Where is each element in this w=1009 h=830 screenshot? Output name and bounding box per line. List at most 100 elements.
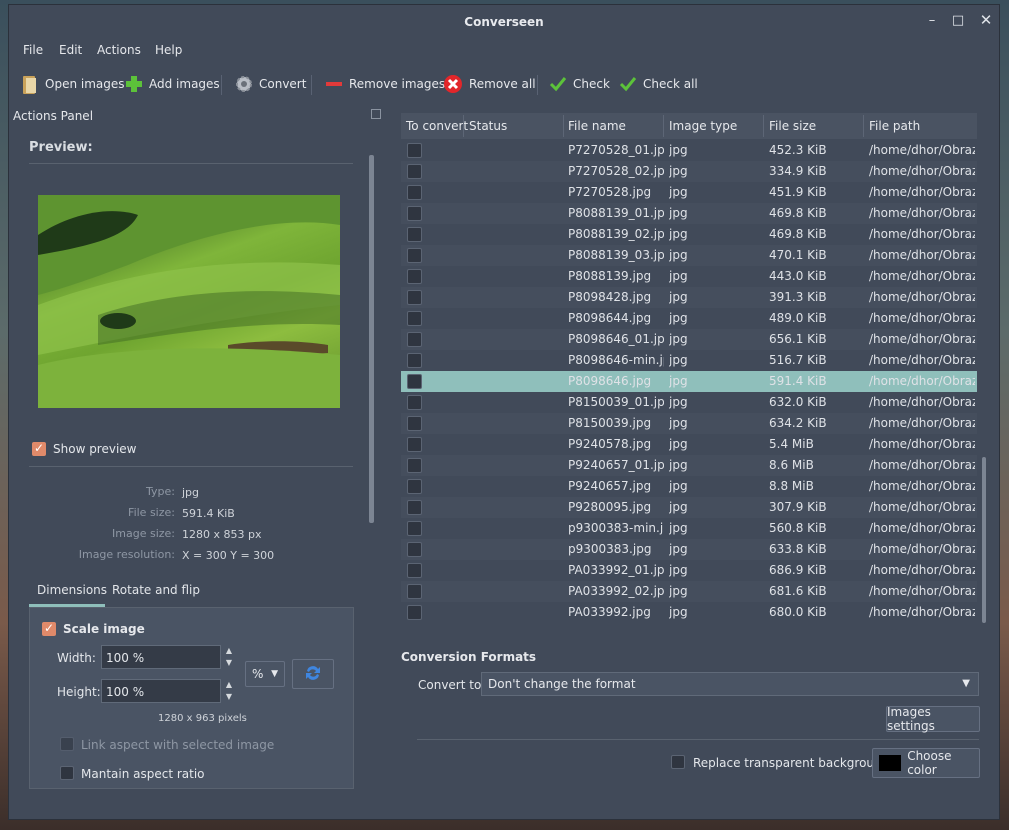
minimize-icon[interactable]: – — [923, 13, 941, 28]
table-row[interactable]: P8098646-min.jpg jpg 516.7 KiB/home/dhor/O… — [401, 350, 977, 371]
table-row[interactable]: P8088139.jpg jpg 443.0 KiB/home/dhor/Obraz… — [401, 266, 977, 287]
images-settings-button[interactable]: Images settings — [886, 705, 980, 733]
undock-icon[interactable] — [371, 109, 381, 119]
menu-actions[interactable]: Actions — [97, 43, 141, 57]
header-image-type[interactable]: Image type — [669, 119, 737, 133]
convert-to-select[interactable]: Don't change the format ▼ — [481, 672, 979, 696]
row-convert-checkbox[interactable] — [407, 437, 422, 452]
tab-rotate-flip[interactable]: Rotate and flip — [112, 583, 200, 605]
height-input[interactable]: 100 % — [101, 679, 221, 703]
toolbar-separator — [311, 75, 312, 95]
remove-images-button[interactable]: Remove images — [325, 73, 445, 95]
row-convert-checkbox[interactable] — [407, 542, 422, 557]
cell-file-size: 469.8 KiB — [769, 206, 827, 220]
table-row[interactable]: P7270528_01.jpg jpg 452.3 KiB/home/dhor/Ob… — [401, 140, 977, 161]
table-row[interactable]: P8150039.jpg jpg 634.2 KiB/home/dhor/Obraz… — [401, 413, 977, 434]
table-row[interactable]: P8088139_02.jpg jpg 469.8 KiB/home/dhor/Ob… — [401, 224, 977, 245]
table-row[interactable]: p9300383.jpg jpg 633.8 KiB/home/dhor/Obraz… — [401, 539, 977, 560]
width-input[interactable]: 100 % — [101, 645, 221, 669]
menu-help[interactable]: Help — [155, 43, 182, 57]
header-to-convert[interactable]: To convert — [406, 119, 468, 133]
show-preview-label: Show preview — [53, 442, 137, 456]
row-convert-checkbox[interactable] — [407, 185, 422, 200]
table-row[interactable]: p9300383-min.jpg jpg 560.8 KiB/home/dhor/O… — [401, 518, 977, 539]
table-row[interactable]: P8098646_01.jpg jpg 656.1 KiB/home/dhor/Ob… — [401, 329, 977, 350]
check-all-button[interactable]: Check all — [619, 73, 698, 95]
menu-file[interactable]: File — [23, 43, 43, 57]
width-increment-icon[interactable]: ▲ — [222, 645, 236, 657]
table-row[interactable]: PA033992.jpg jpg 680.0 KiB/home/dhor/Obraz… — [401, 602, 977, 623]
row-convert-checkbox[interactable] — [407, 290, 422, 305]
open-images-button[interactable]: Open images — [21, 73, 125, 95]
convert-button[interactable]: Convert — [235, 73, 306, 95]
close-icon[interactable]: ✕ — [977, 11, 995, 29]
height-increment-icon[interactable]: ▲ — [222, 679, 236, 691]
table-row[interactable]: P8150039_01.jpg jpg 632.0 KiB/home/dhor/Ob… — [401, 392, 977, 413]
table-row[interactable]: P9240657.jpg jpg 8.8 MiB/home/dhor/Obraz..… — [401, 476, 977, 497]
maximize-icon[interactable]: □ — [949, 13, 967, 28]
row-convert-checkbox[interactable] — [407, 332, 422, 347]
panel-scrollbar[interactable] — [369, 155, 374, 523]
cell-file-name: P8088139_03.jpg — [568, 248, 664, 262]
header-file-path[interactable]: File path — [869, 119, 920, 133]
scale-image-checkbox[interactable] — [42, 621, 56, 636]
table-row[interactable]: P9240578.jpg jpg 5.4 MiB/home/dhor/Obraz..… — [401, 434, 977, 455]
row-convert-checkbox[interactable] — [407, 521, 422, 536]
row-convert-checkbox[interactable] — [407, 563, 422, 578]
row-convert-checkbox[interactable] — [407, 164, 422, 179]
cell-file-path: /home/dhor/Obraz... — [869, 353, 975, 367]
row-convert-checkbox[interactable] — [407, 227, 422, 242]
cell-image-type: jpg — [669, 269, 688, 283]
file-table[interactable]: To convert Status File name Image type F… — [401, 113, 977, 637]
table-row[interactable]: P8098644.jpg jpg 489.0 KiB/home/dhor/Obraz… — [401, 308, 977, 329]
add-images-button[interactable]: Add images — [125, 73, 220, 95]
table-row[interactable]: P8088139_01.jpg jpg 469.8 KiB/home/dhor/Ob… — [401, 203, 977, 224]
table-row[interactable]: P8098428.jpg jpg 391.3 KiB/home/dhor/Obraz… — [401, 287, 977, 308]
table-row[interactable]: P8088139_03.jpg jpg 470.1 KiB/home/dhor/Ob… — [401, 245, 977, 266]
link-aspect-checkbox[interactable] — [60, 737, 74, 751]
row-convert-checkbox[interactable] — [407, 374, 422, 389]
swap-dimensions-button[interactable] — [292, 659, 334, 689]
check-button[interactable]: Check — [549, 73, 610, 95]
table-row[interactable]: P7270528.jpg jpg 451.9 KiB/home/dhor/Obraz… — [401, 182, 977, 203]
title-bar[interactable]: Converseen – □ ✕ — [9, 5, 999, 39]
remove-all-button[interactable]: Remove all — [443, 73, 536, 95]
info-resolution-label: Image resolution: — [78, 548, 175, 561]
choose-color-button[interactable]: Choose color — [872, 748, 980, 778]
menu-edit[interactable]: Edit — [59, 43, 82, 57]
row-convert-checkbox[interactable] — [407, 311, 422, 326]
cell-file-name: P9240578.jpg — [568, 437, 652, 451]
replace-transparent-checkbox[interactable] — [671, 755, 685, 769]
table-row[interactable]: P9280095.jpg jpg 307.9 KiB/home/dhor/Obraz… — [401, 497, 977, 518]
row-convert-checkbox[interactable] — [407, 143, 422, 158]
table-row[interactable]: P7270528_02.jpg jpg 334.9 KiB/home/dhor/Ob… — [401, 161, 977, 182]
header-file-size[interactable]: File size — [769, 119, 816, 133]
chevron-down-icon: ▼ — [962, 678, 970, 689]
table-row[interactable]: PA033992_02.jpg jpg 681.6 KiB/home/dhor/Ob… — [401, 581, 977, 602]
folder-icon — [21, 75, 39, 94]
row-convert-checkbox[interactable] — [407, 458, 422, 473]
header-file-name[interactable]: File name — [568, 119, 626, 133]
header-status[interactable]: Status — [469, 119, 507, 133]
width-decrement-icon[interactable]: ▼ — [222, 657, 236, 669]
table-row[interactable]: P8098646.jpg jpg 591.4 KiB/home/dhor/Obraz… — [401, 371, 977, 392]
row-convert-checkbox[interactable] — [407, 353, 422, 368]
cell-file-path: /home/dhor/Obraz... — [869, 563, 975, 577]
table-row[interactable]: PA033992_01.jpg jpg 686.9 KiB/home/dhor/Ob… — [401, 560, 977, 581]
unit-select[interactable]: % ▼ — [245, 661, 285, 687]
row-convert-checkbox[interactable] — [407, 584, 422, 599]
row-convert-checkbox[interactable] — [407, 395, 422, 410]
height-decrement-icon[interactable]: ▼ — [222, 691, 236, 703]
row-convert-checkbox[interactable] — [407, 605, 422, 620]
row-convert-checkbox[interactable] — [407, 248, 422, 263]
tab-dimensions[interactable]: Dimensions — [37, 583, 107, 605]
row-convert-checkbox[interactable] — [407, 479, 422, 494]
row-convert-checkbox[interactable] — [407, 206, 422, 221]
table-row[interactable]: P9240657_01.jpg jpg 8.6 MiB/home/dhor/Obra… — [401, 455, 977, 476]
table-scrollbar[interactable] — [982, 457, 986, 623]
maintain-aspect-checkbox[interactable] — [60, 766, 74, 780]
row-convert-checkbox[interactable] — [407, 269, 422, 284]
row-convert-checkbox[interactable] — [407, 500, 422, 515]
show-preview-checkbox[interactable] — [32, 441, 46, 456]
row-convert-checkbox[interactable] — [407, 416, 422, 431]
